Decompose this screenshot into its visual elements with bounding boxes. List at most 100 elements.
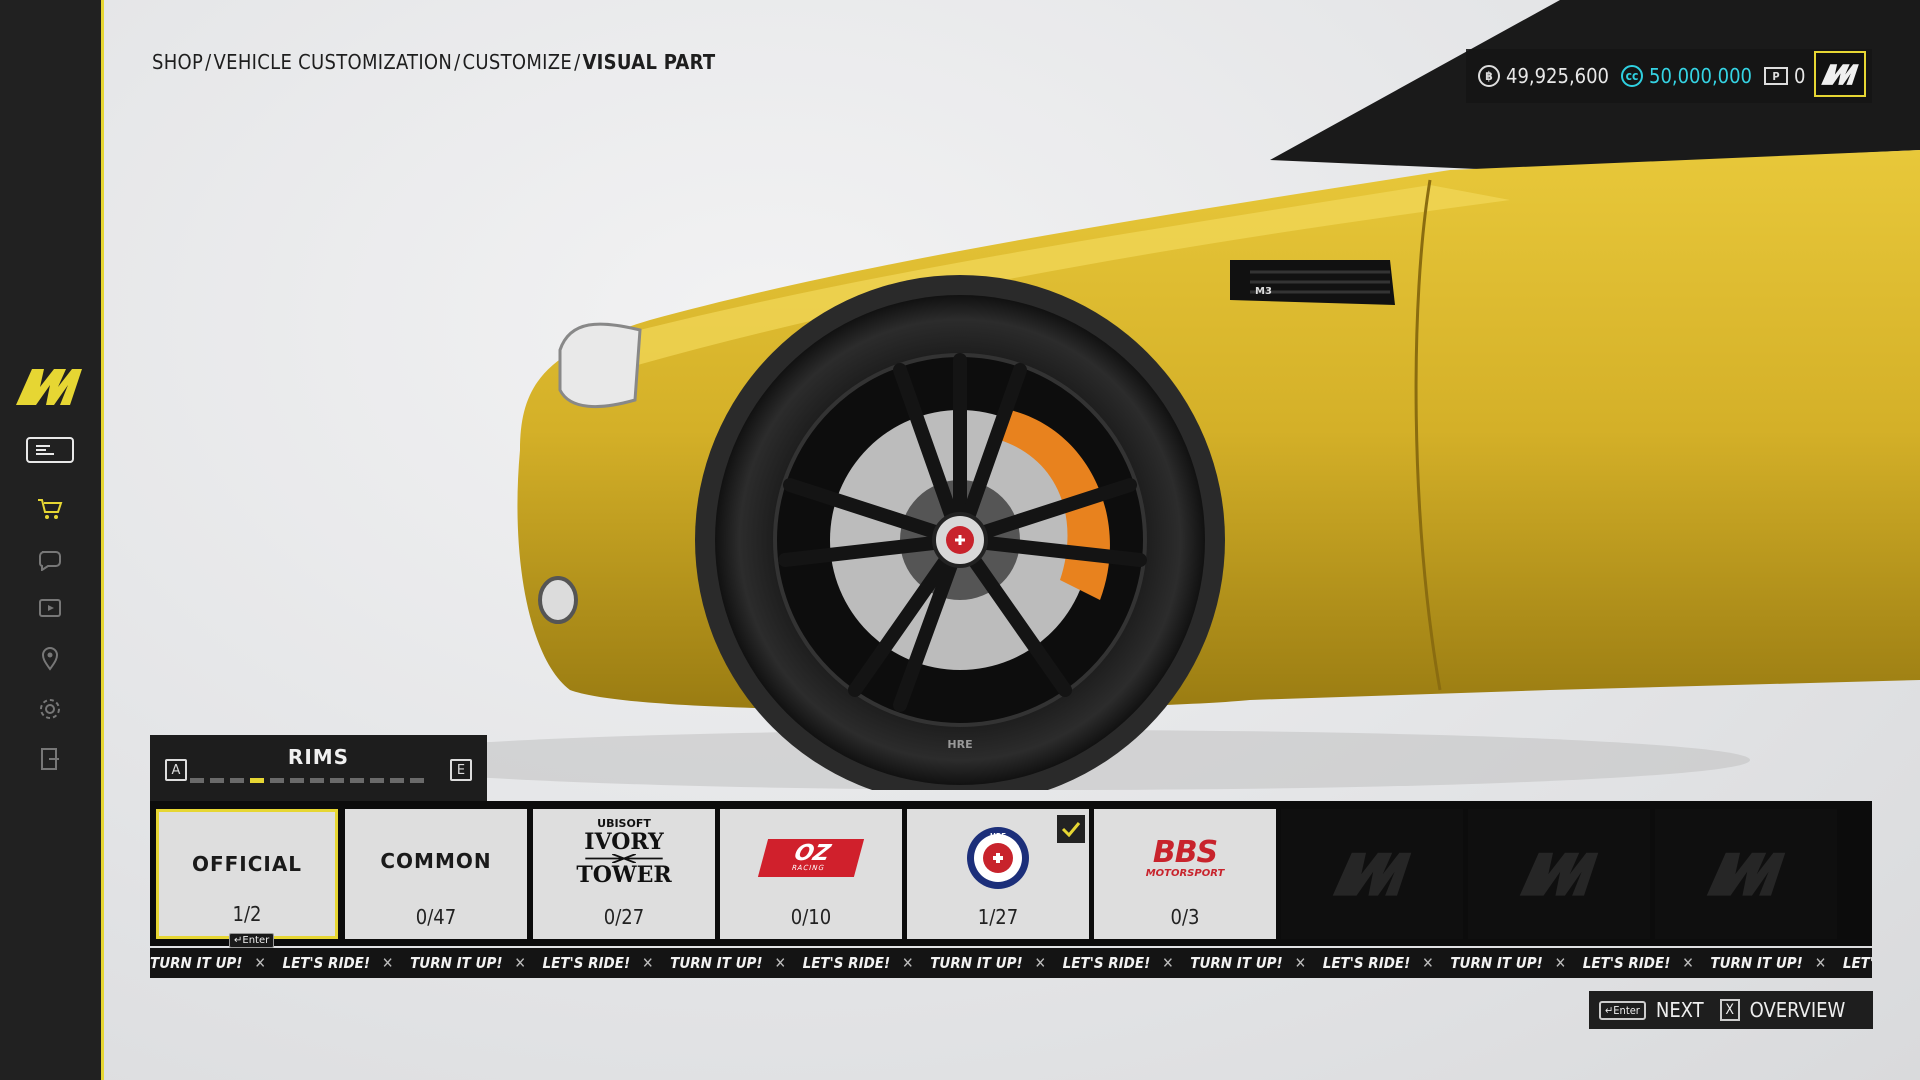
breadcrumb-item-shop[interactable]: SHOP xyxy=(152,50,203,74)
ticker-logo-icon: ✕ xyxy=(1554,954,1567,972)
page-dot xyxy=(250,778,264,783)
page-dot xyxy=(330,778,344,783)
ticker-logo-icon: ✕ xyxy=(1814,954,1827,972)
action-bar: ↵Enter NEXT X OVERVIEW xyxy=(1589,991,1873,1029)
card-locked[interactable] xyxy=(1655,809,1837,939)
page-dot xyxy=(190,778,204,783)
enter-key: ↵Enter xyxy=(1599,1000,1646,1020)
bbs-logo-subtext: MOTORSPORT xyxy=(1145,867,1225,879)
ticker-logo-icon: ✕ xyxy=(902,954,914,972)
game-logo-icon xyxy=(16,369,82,405)
ticker-text: TURN IT UP! xyxy=(150,954,243,972)
card-locked[interactable] xyxy=(1468,809,1650,939)
card-label: OFFICIAL xyxy=(191,852,303,876)
ticker-text: TURN IT UP! xyxy=(670,954,763,972)
logo-main-text: IVORY xyxy=(584,829,664,855)
ticker-logo-icon: ✕ xyxy=(642,954,654,972)
enter-hint: ↵Enter xyxy=(229,933,275,948)
bucks-value: 49,925,600 xyxy=(1506,64,1609,88)
rims-title: RIMS xyxy=(287,745,350,769)
ticker-logo-icon: ✕ xyxy=(1034,954,1046,972)
m3-badge: M3 xyxy=(1255,286,1272,297)
ticker-text: TURN IT UP! xyxy=(930,954,1023,972)
card-count: 1/2 xyxy=(232,902,262,926)
x-key: X xyxy=(1719,999,1740,1021)
bucks-balance: ฿ 49,925,600 xyxy=(1478,64,1609,88)
overview-button[interactable]: OVERVIEW xyxy=(1750,998,1846,1022)
card-oz-racing[interactable]: OZ RACING 0/10 xyxy=(720,809,902,939)
page-dot xyxy=(270,778,284,783)
ticker-text: TURN IT UP! xyxy=(1450,954,1543,972)
card-count: 0/47 xyxy=(415,905,457,929)
shop-cart-icon[interactable] xyxy=(26,492,74,526)
map-pin-icon[interactable] xyxy=(26,642,74,676)
ticker-text: LET'S RIDE! xyxy=(1582,954,1671,972)
page-dot xyxy=(390,778,404,783)
rim-brand-label: HRE xyxy=(947,738,972,751)
owned-check-icon xyxy=(1057,815,1085,843)
bbs-logo-text: BBS xyxy=(1152,834,1218,870)
card-count: 1/27 xyxy=(977,905,1019,929)
card-official[interactable]: OFFICIAL 1/2 ↵Enter xyxy=(156,809,338,948)
card-common[interactable]: COMMON 0/47 xyxy=(345,809,527,939)
sidebar xyxy=(0,0,104,1080)
exit-icon[interactable] xyxy=(26,742,74,776)
rims-category-header: A RIMS E xyxy=(150,735,487,801)
page-dot xyxy=(370,778,384,783)
oz-logo-text: OZ xyxy=(791,841,833,866)
category-page-dots xyxy=(190,778,424,783)
video-icon[interactable] xyxy=(26,592,74,626)
page-dot xyxy=(230,778,244,783)
breadcrumb-separator: / xyxy=(205,50,212,74)
car-render: M3 HRE xyxy=(450,0,1920,790)
ticker-text: LET'S RIDE! xyxy=(542,954,631,972)
next-button[interactable]: NEXT xyxy=(1656,998,1704,1022)
ticker-logo-icon: ✕ xyxy=(1682,954,1694,972)
card-count: 0/3 xyxy=(1170,905,1200,929)
card-label: COMMON xyxy=(380,849,492,873)
profile-logo-icon xyxy=(1821,64,1859,85)
ticker-logo-icon: ✕ xyxy=(254,954,266,972)
card-count: 0/27 xyxy=(603,905,645,929)
page-dot xyxy=(210,778,224,783)
ivory-tower-logo: UBISOFT IVORY TOWER xyxy=(533,817,715,887)
parts-balance: P 0 xyxy=(1764,64,1805,88)
ticker-text: LET'S RIDE! xyxy=(1322,954,1411,972)
ticker-text: LET'S RIDE! xyxy=(1062,954,1151,972)
locked-logo-icon xyxy=(1281,843,1463,903)
ticker-logo-icon: ✕ xyxy=(514,954,526,972)
page-dot xyxy=(310,778,324,783)
oz-logo-subtext: RACING xyxy=(790,864,826,872)
ticker-text: LET'S RIDE! xyxy=(1842,954,1872,972)
card-count: 0/10 xyxy=(790,905,832,929)
ticker-logo-icon: ✕ xyxy=(1294,954,1307,972)
page-dot xyxy=(290,778,304,783)
ticker-logo-icon: ✕ xyxy=(1162,954,1174,972)
profile-badge[interactable] xyxy=(1814,51,1866,97)
garage-icon[interactable] xyxy=(26,433,74,467)
cc-coin-icon: cc xyxy=(1621,65,1643,87)
settings-icon[interactable] xyxy=(26,692,74,726)
chat-icon[interactable] xyxy=(26,543,74,577)
ticker-text: TURN IT UP! xyxy=(1190,954,1283,972)
parts-ticket-icon: P xyxy=(1764,67,1788,85)
ticker-banner: TURN IT UP! ✕ LET'S RIDE! ✕ TURN IT UP! ✕ L… xyxy=(150,948,1872,978)
currency-panel: ฿ 49,925,600 cc 50,000,000 P 0 xyxy=(1466,49,1872,103)
hre-badge-icon: HRE xyxy=(967,827,1029,889)
page-dot xyxy=(410,778,424,783)
ticker-logo-icon: ✕ xyxy=(1422,954,1434,972)
next-category-key[interactable]: E xyxy=(450,759,472,781)
ticker-text: LET'S RIDE! xyxy=(802,954,891,972)
locked-logo-icon xyxy=(1468,843,1650,903)
page-dot xyxy=(350,778,364,783)
oz-logo: OZ RACING xyxy=(720,823,902,893)
breadcrumb-item-vehicle-customization[interactable]: VEHICLE CUSTOMIZATION xyxy=(214,50,453,74)
cc-balance: cc 50,000,000 xyxy=(1621,64,1752,88)
card-ivory-tower[interactable]: UBISOFT IVORY TOWER 0/27 xyxy=(533,809,715,939)
card-locked[interactable] xyxy=(1281,809,1463,939)
bbs-logo: BBS MOTORSPORT xyxy=(1094,823,1276,893)
hre-logo-text: HRE xyxy=(990,832,1006,840)
card-hre[interactable]: HRE 1/27 xyxy=(907,809,1089,939)
ticker-text: TURN IT UP! xyxy=(1710,954,1803,972)
card-bbs[interactable]: BBS MOTORSPORT 0/3 xyxy=(1094,809,1276,939)
